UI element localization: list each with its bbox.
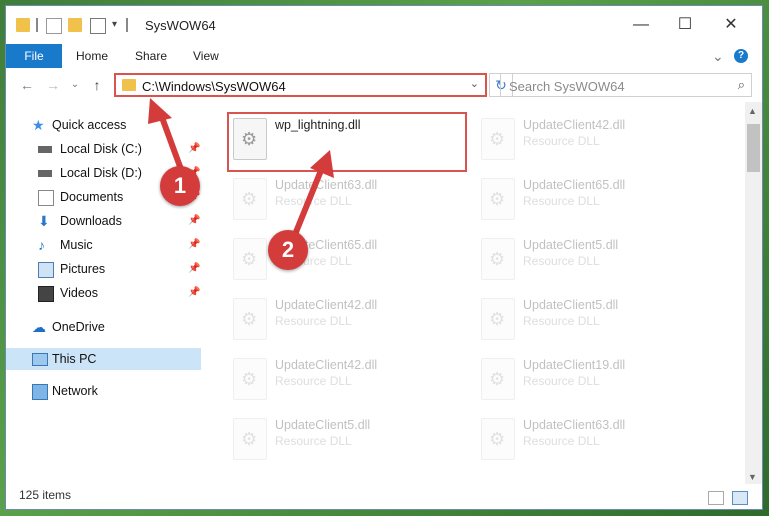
step1-arrow [148,98,185,175]
step2-arrow [293,150,334,235]
step-1-badge: 1 [160,166,200,206]
step-2-badge: 2 [268,230,308,270]
annotation-arrows [148,98,334,235]
